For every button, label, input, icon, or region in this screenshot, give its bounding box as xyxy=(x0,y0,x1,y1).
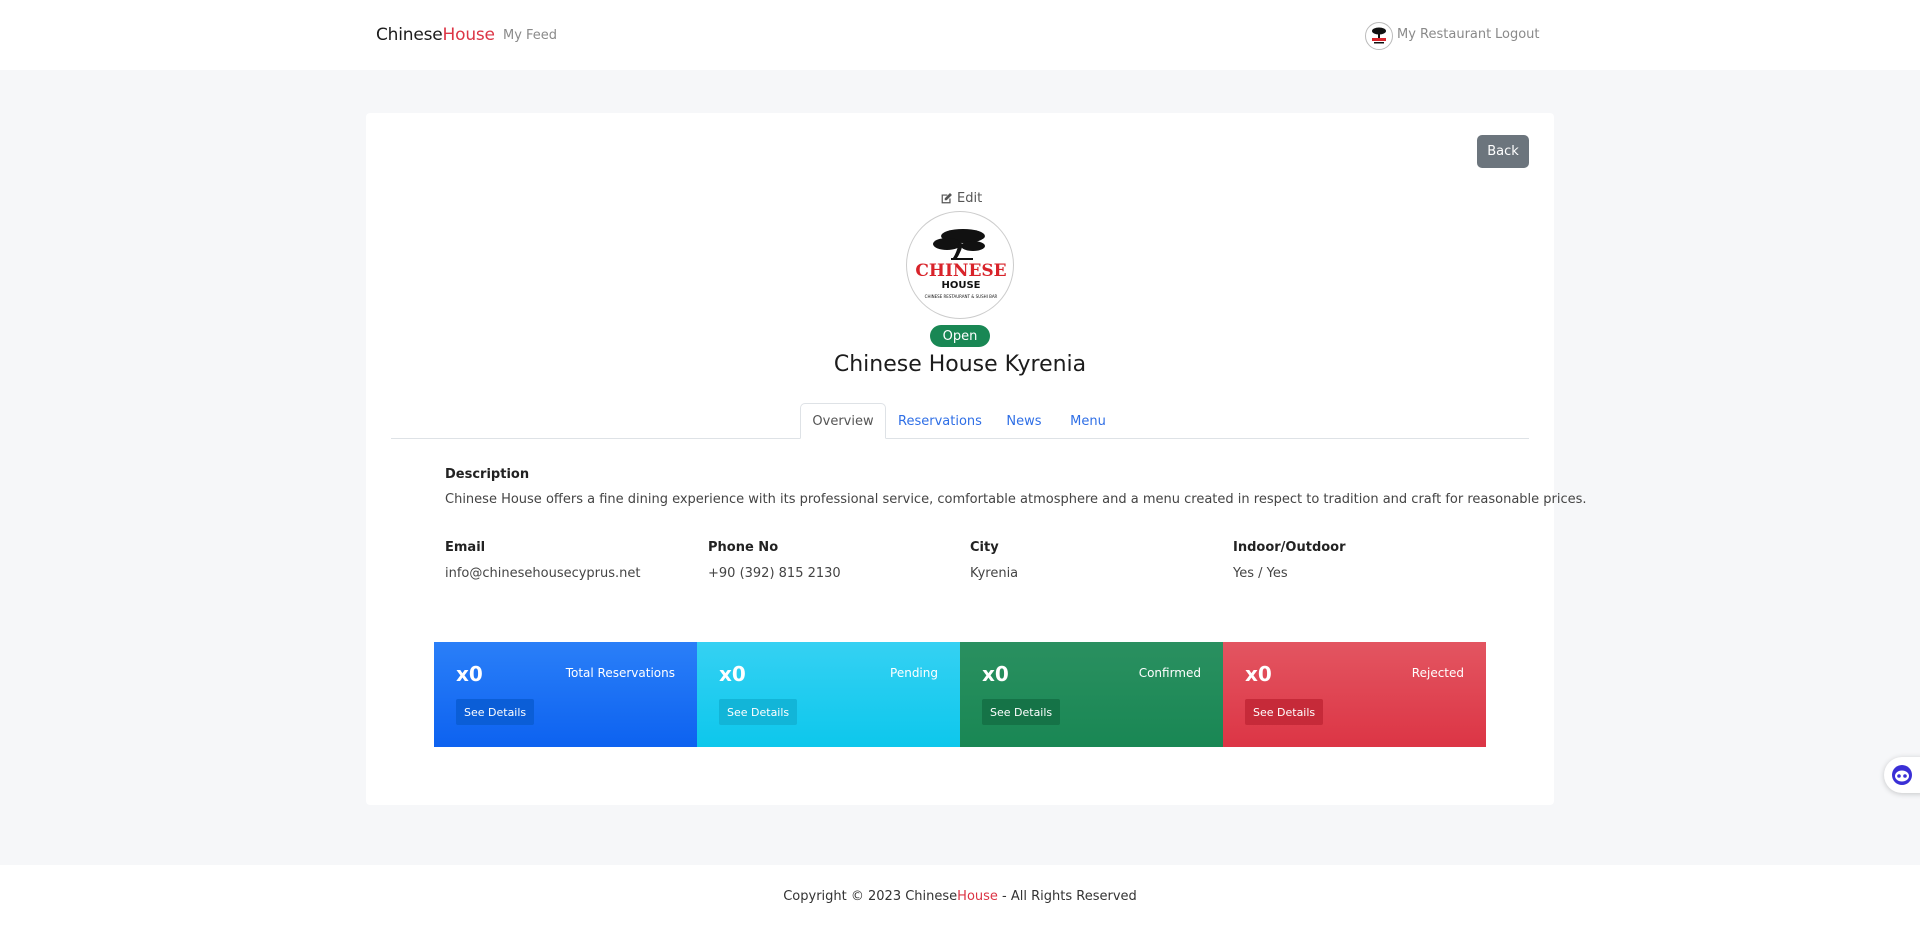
city-value: Kyrenia xyxy=(970,566,1019,581)
tab-reservations[interactable]: Reservations xyxy=(891,403,989,439)
edit-icon xyxy=(941,193,952,204)
phone-value: +90 (392) 815 2130 xyxy=(708,566,841,581)
stat-rejected: x0 Rejected See Details xyxy=(1223,642,1486,747)
city-label: City xyxy=(970,540,999,555)
stat-total-reservations: x0 Total Reservations See Details xyxy=(434,642,697,747)
email-label: Email xyxy=(445,540,486,555)
top-navbar: ChineseHouse My Feed My Restaurant Logou… xyxy=(0,0,1920,70)
restaurant-avatar[interactable] xyxy=(1365,22,1393,50)
copyright-accent: House xyxy=(957,889,998,904)
copyright-suffix: - All Rights Reserved xyxy=(997,889,1137,904)
see-details-button[interactable]: See Details xyxy=(719,699,798,725)
stat-pending: x0 Pending See Details xyxy=(697,642,960,747)
brand-accent-text: House xyxy=(442,25,495,45)
see-details-button[interactable]: See Details xyxy=(1245,699,1324,725)
tab-news[interactable]: News xyxy=(997,403,1051,439)
svg-text:CHINESE: CHINESE xyxy=(915,261,1006,281)
brand-main-text: Chinese xyxy=(376,25,443,45)
restaurant-name: Chinese House Kyrenia xyxy=(833,352,1087,377)
assistant-face-icon xyxy=(1892,765,1912,785)
assistant-widget[interactable] xyxy=(1884,757,1920,793)
phone-label: Phone No xyxy=(708,540,779,555)
stat-count: x0 xyxy=(719,662,746,686)
stat-label: Confirmed xyxy=(1138,666,1201,680)
restaurant-logo: CHINESE HOUSE CHINESE RESTAURANT & SUSHI… xyxy=(906,211,1014,319)
see-details-button[interactable]: See Details xyxy=(982,699,1061,725)
chinese-house-logo-icon: CHINESE HOUSE CHINESE RESTAURANT & SUSHI… xyxy=(915,229,1007,299)
edit-link[interactable]: Edit xyxy=(940,191,982,206)
description-label: Description xyxy=(445,467,530,482)
stat-count: x0 xyxy=(1245,662,1272,686)
stat-count: x0 xyxy=(982,662,1009,686)
email-value: info@chinesehousecyprus.net xyxy=(445,566,641,581)
description-text: Chinese House offers a fine dining exper… xyxy=(445,492,1587,507)
edit-label: Edit xyxy=(957,191,983,206)
stat-label: Rejected xyxy=(1411,666,1464,680)
my-feed-link[interactable]: My Feed xyxy=(503,28,557,43)
stat-label: Pending xyxy=(890,666,938,680)
copyright-text: Copyright © 2023 ChineseHouse - All Righ… xyxy=(0,889,1920,904)
stat-count: x0 xyxy=(456,662,483,686)
tree-logo-icon xyxy=(1372,27,1386,44)
indoor-outdoor-value: Yes / Yes xyxy=(1233,566,1288,581)
status-badge: Open xyxy=(930,325,990,347)
tab-overview[interactable]: Overview xyxy=(800,403,886,439)
svg-text:HOUSE: HOUSE xyxy=(941,280,980,291)
logout-link[interactable]: Logout xyxy=(1495,27,1540,42)
svg-text:CHINESE RESTAURANT & SUSHI BAR: CHINESE RESTAURANT & SUSHI BAR xyxy=(925,294,998,299)
back-button[interactable]: Back xyxy=(1477,135,1529,168)
tab-menu[interactable]: Menu xyxy=(1063,403,1113,439)
copyright-prefix: Copyright © 2023 Chinese xyxy=(783,889,958,904)
my-restaurant-link[interactable]: My Restaurant xyxy=(1397,27,1491,42)
brand-logo-link[interactable]: ChineseHouse xyxy=(376,25,495,45)
stat-label: Total Reservations xyxy=(565,666,675,680)
indoor-outdoor-label: Indoor/Outdoor xyxy=(1233,540,1346,555)
stat-confirmed: x0 Confirmed See Details xyxy=(960,642,1223,747)
see-details-button[interactable]: See Details xyxy=(456,699,535,725)
